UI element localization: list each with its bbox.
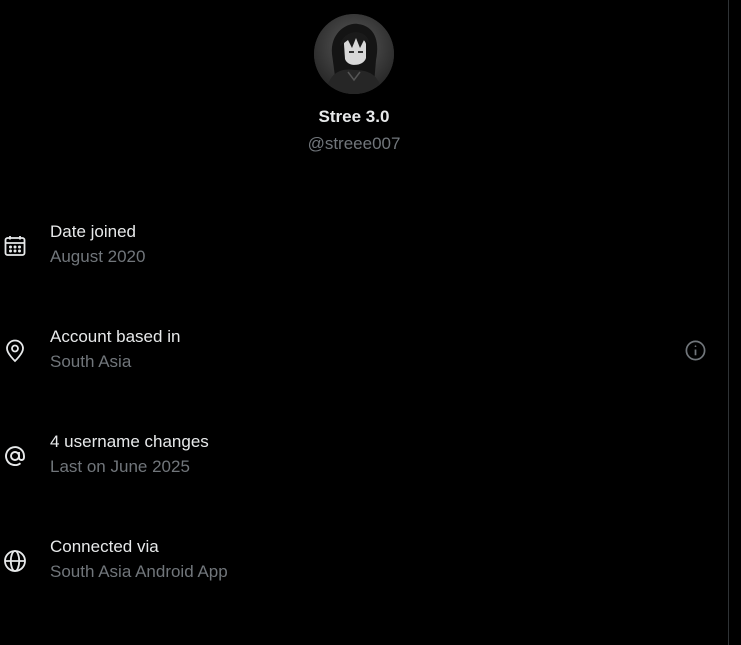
account-based-in-row: Account based in South Asia [0, 326, 728, 386]
avatar-image [314, 14, 394, 94]
globe-icon [3, 549, 27, 573]
profile-header: Stree 3.0 @streee007 [0, 14, 708, 154]
date-joined-label: Date joined [50, 222, 137, 241]
account-based-in-label: Account based in [50, 327, 181, 346]
username-changes-value: Last on June 2025 [50, 457, 190, 476]
date-joined-value: August 2020 [50, 247, 146, 266]
date-joined-row: Date joined August 2020 [0, 221, 728, 281]
username-changes-row: 4 username changes Last on June 2025 [0, 431, 728, 491]
at-sign-icon [3, 444, 27, 468]
calendar-icon [3, 234, 27, 258]
connected-via-value: South Asia Android App [50, 562, 228, 581]
connected-via-text: Connected via South Asia Android App [50, 536, 228, 583]
location-pin-icon [3, 339, 27, 363]
display-name[interactable]: Stree 3.0 [319, 107, 390, 127]
avatar[interactable] [314, 14, 394, 94]
username-handle: @streee007 [307, 134, 401, 153]
connected-via-label: Connected via [50, 537, 159, 556]
info-circle-icon[interactable] [684, 339, 707, 362]
username-changes-label: 4 username changes [50, 432, 209, 451]
right-gutter [729, 0, 741, 645]
connected-via-row: Connected via South Asia Android App [0, 536, 728, 596]
account-based-in-text: Account based in South Asia [50, 326, 180, 373]
date-joined-text: Date joined August 2020 [50, 221, 145, 268]
account-based-in-value: South Asia [50, 352, 132, 371]
about-account-panel: Stree 3.0 @streee007 Date joined August … [0, 0, 728, 645]
username-changes-text: 4 username changes Last on June 2025 [50, 431, 209, 478]
